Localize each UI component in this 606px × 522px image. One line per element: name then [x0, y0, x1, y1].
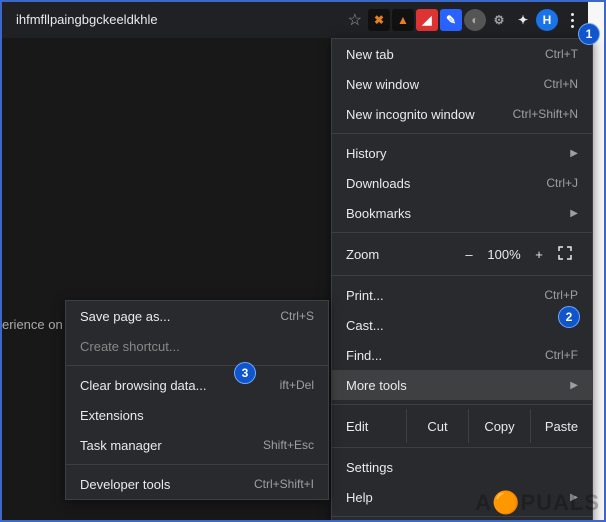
annotation-badge-3: 3 [234, 362, 256, 384]
menu-shortcut: Ctrl+F [545, 348, 578, 362]
menu-separator [332, 232, 592, 233]
zoom-label: Zoom [346, 247, 456, 262]
menu-shortcut: Ctrl+S [280, 309, 314, 323]
menu-separator [332, 133, 592, 134]
chevron-right-icon: ▶ [570, 148, 578, 159]
chevron-right-icon: ▶ [570, 208, 578, 219]
extension-icons: ✖ ▲ ◢ ✎ ◐ ⚙ ✦ H [368, 8, 584, 32]
bookmark-star-icon[interactable]: ☆ [348, 10, 362, 30]
menu-separator [332, 404, 592, 405]
extension-icon-4[interactable]: ✎ [440, 9, 462, 31]
menu-bookmarks[interactable]: Bookmarks ▶ [332, 198, 592, 228]
menu-label: New tab [346, 47, 545, 62]
menu-label: Developer tools [80, 477, 254, 492]
menu-separator [66, 464, 328, 465]
menu-separator [332, 275, 592, 276]
chevron-right-icon: ▶ [570, 380, 578, 391]
menu-more-tools[interactable]: More tools ▶ [332, 370, 592, 400]
menu-find[interactable]: Find... Ctrl+F [332, 340, 592, 370]
menu-zoom: Zoom – 100% + [332, 237, 592, 271]
main-menu: New tab Ctrl+T New window Ctrl+N New inc… [331, 38, 593, 522]
menu-separator [332, 516, 592, 517]
submenu-save-page[interactable]: Save page as... Ctrl+S [66, 301, 328, 331]
zoom-in-button[interactable]: + [526, 247, 552, 262]
menu-label: Extensions [80, 408, 314, 423]
menu-shortcut: Ctrl+Shift+I [254, 477, 314, 491]
menu-shortcut: ift+Del [280, 378, 314, 392]
menu-help[interactable]: Help ▶ [332, 482, 592, 512]
profile-avatar-icon[interactable]: H [536, 9, 558, 31]
zoom-value: 100% [482, 247, 526, 262]
menu-label: Print... [346, 288, 544, 303]
menu-cast[interactable]: Cast... [332, 310, 592, 340]
paste-button[interactable]: Paste [530, 409, 592, 443]
menu-shortcut: Ctrl+N [544, 77, 578, 91]
submenu-create-shortcut[interactable]: Create shortcut... [66, 331, 328, 361]
menu-print[interactable]: Print... Ctrl+P [332, 280, 592, 310]
fullscreen-icon[interactable] [552, 246, 578, 263]
annotation-badge-1: 1 [578, 23, 600, 45]
menu-shortcut: Shift+Esc [263, 438, 314, 452]
submenu-developer-tools[interactable]: Developer tools Ctrl+Shift+I [66, 469, 328, 499]
annotation-badge-2: 2 [558, 306, 580, 328]
url-text[interactable]: ihfmfllpaingbgckeeldkhle [6, 7, 168, 33]
cut-button[interactable]: Cut [406, 409, 468, 443]
extension-icon-2[interactable]: ▲ [392, 9, 414, 31]
menu-shortcut: Ctrl+P [544, 288, 578, 302]
submenu-task-manager[interactable]: Task manager Shift+Esc [66, 430, 328, 460]
menu-shortcut: Ctrl+T [545, 47, 578, 61]
menu-label: Help [346, 490, 564, 505]
menu-settings[interactable]: Settings [332, 452, 592, 482]
menu-shortcut: Ctrl+Shift+N [513, 107, 578, 121]
menu-label: Bookmarks [346, 206, 564, 221]
menu-label: Save page as... [80, 309, 280, 324]
menu-label: Cast... [346, 318, 578, 333]
menu-label: Settings [346, 460, 578, 475]
menu-label: Downloads [346, 176, 546, 191]
zoom-out-button[interactable]: – [456, 247, 482, 262]
extension-icon-3[interactable]: ◢ [416, 9, 438, 31]
menu-shortcut: Ctrl+J [546, 176, 578, 190]
menu-downloads[interactable]: Downloads Ctrl+J [332, 168, 592, 198]
more-tools-submenu: Save page as... Ctrl+S Create shortcut..… [65, 300, 329, 500]
chevron-right-icon: ▶ [570, 492, 578, 503]
menu-label: History [346, 146, 564, 161]
menu-label: New window [346, 77, 544, 92]
menu-edit-row: Edit Cut Copy Paste [332, 409, 592, 443]
menu-new-window[interactable]: New window Ctrl+N [332, 69, 592, 99]
menu-label: New incognito window [346, 107, 513, 122]
extension-icon-5[interactable]: ◐ [464, 9, 486, 31]
menu-separator [66, 365, 328, 366]
menu-label: More tools [346, 378, 564, 393]
menu-separator [332, 447, 592, 448]
extensions-puzzle-icon[interactable]: ✦ [512, 9, 534, 31]
menu-label: Create shortcut... [80, 339, 314, 354]
menu-new-tab[interactable]: New tab Ctrl+T [332, 39, 592, 69]
copy-button[interactable]: Copy [468, 409, 530, 443]
address-bar: ihfmfllpaingbgckeeldkhle ☆ ✖ ▲ ◢ ✎ ◐ ⚙ ✦… [2, 2, 588, 38]
extension-icon-1[interactable]: ✖ [368, 9, 390, 31]
menu-history[interactable]: History ▶ [332, 138, 592, 168]
menu-label: Task manager [80, 438, 263, 453]
edit-label: Edit [346, 419, 406, 434]
submenu-clear-browsing-data[interactable]: Clear browsing data... ift+Del [66, 370, 328, 400]
menu-new-incognito[interactable]: New incognito window Ctrl+Shift+N [332, 99, 592, 129]
menu-label: Find... [346, 348, 545, 363]
submenu-extensions[interactable]: Extensions [66, 400, 328, 430]
settings-gear-icon[interactable]: ⚙ [488, 9, 510, 31]
